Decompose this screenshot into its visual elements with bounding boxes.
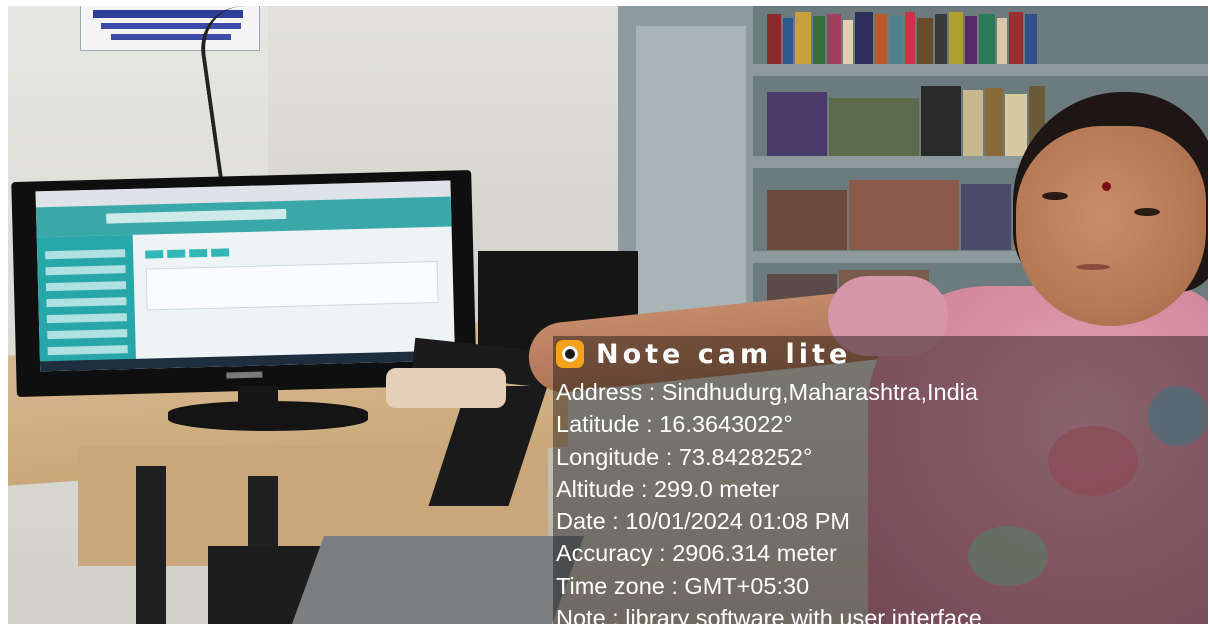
book-row-top bbox=[767, 10, 1194, 64]
altitude-line: Altitude : 299.0 meter bbox=[556, 475, 780, 502]
accuracy-line: Accuracy : 2906.314 meter bbox=[556, 540, 837, 567]
app-form-panel bbox=[145, 260, 439, 311]
geotag-info-list: Address : Sindhudurg,Maharashtra,India L… bbox=[556, 376, 982, 634]
monitor-screen bbox=[35, 180, 456, 372]
longitude-line: Longitude : 73.8428252° bbox=[556, 443, 813, 470]
app-sidebar bbox=[36, 234, 137, 372]
monitor-logo bbox=[226, 371, 263, 379]
person-lips bbox=[1076, 264, 1110, 270]
address-line: Address : Sindhudurg,Maharashtra,India bbox=[556, 379, 978, 405]
timezone-line: Time zone : GMT+05:30 bbox=[556, 572, 810, 599]
note-line: Note : library software with user interf… bbox=[556, 605, 982, 632]
person-face bbox=[1016, 126, 1206, 326]
wrist-pad bbox=[386, 368, 506, 408]
camera-icon bbox=[556, 340, 584, 368]
bindi bbox=[1102, 182, 1111, 191]
monitor-base bbox=[168, 401, 368, 431]
app-brand: Note cam lite bbox=[556, 337, 851, 371]
desk-leg bbox=[136, 466, 166, 624]
laptop bbox=[291, 536, 585, 624]
latitude-line: Latitude : 16.3643022° bbox=[556, 411, 793, 438]
door-panel bbox=[636, 26, 746, 326]
monitor bbox=[11, 170, 477, 397]
app-name: Note cam lite bbox=[596, 338, 852, 370]
date-line: Date : 10/01/2024 01:08 PM bbox=[556, 508, 850, 535]
